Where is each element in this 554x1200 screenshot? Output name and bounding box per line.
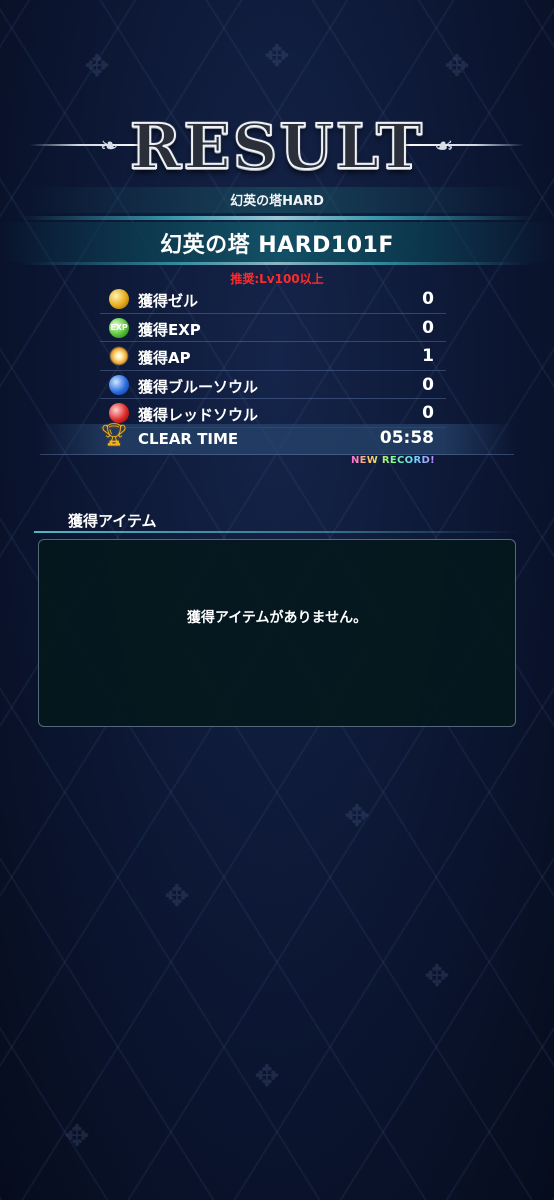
- reward-label: 獲得AP: [138, 349, 191, 367]
- background-ornament-icon: ✥: [164, 879, 190, 914]
- zel-coin-icon: [109, 289, 129, 309]
- clear-time-value: 05:58: [379, 428, 434, 448]
- new-record-badge: NEW RECORD!: [351, 455, 435, 466]
- background-ornament-icon: ✥: [344, 799, 370, 834]
- items-heading: 獲得アイテム: [68, 512, 157, 530]
- stage-title: 幻英の塔 HARD101F: [160, 233, 394, 258]
- reward-label: 獲得EXP: [138, 320, 201, 339]
- items-empty-message: 獲得アイテムがありません。: [186, 610, 368, 626]
- reward-row-zel: 獲得ゼル 0: [100, 285, 446, 314]
- result-title-banner: ❧ ☙ RESULT: [0, 108, 554, 188]
- result-screen: ✥ ✥ ✥ ✥ ✥ ✥ ✥ ✥ ❧ ☙ RESULT 幻英の塔HARD 幻英の塔…: [0, 0, 554, 1200]
- clear-time-label: CLEAR TIME: [138, 430, 239, 448]
- background-ornament-icon: ✥: [64, 1119, 90, 1154]
- background-ornament-icon: ✥: [84, 49, 110, 84]
- background-ornament-icon: ✥: [264, 39, 290, 74]
- reward-row-blue-soul: 獲得ブルーソウル 0: [100, 371, 446, 399]
- dungeon-subtitle: 幻英の塔HARD: [230, 194, 324, 209]
- red-soul-icon: [109, 403, 129, 423]
- reward-value: 0: [422, 374, 434, 395]
- reward-label: 獲得ブルーソウル: [138, 377, 259, 396]
- ornate-divider: [20, 216, 534, 220]
- background-ornament-icon: ✥: [424, 959, 450, 994]
- trophy-icon: 🏆︎: [100, 423, 128, 448]
- items-panel: 獲得アイテムがありません。: [38, 539, 516, 727]
- reward-row-exp: EXP 獲得EXP 0: [100, 314, 446, 342]
- reward-value: 0: [422, 317, 434, 338]
- ornate-divider: [20, 262, 534, 265]
- reward-row-ap: 獲得AP 1: [100, 342, 446, 371]
- background-ornament-icon: ✥: [444, 49, 470, 84]
- reward-label: 獲得ゼル: [138, 292, 199, 310]
- clear-time-row: 🏆︎ CLEAR TIME 05:58: [40, 423, 514, 455]
- ap-spark-icon: [109, 346, 129, 366]
- background-ornament-icon: ✥: [254, 1059, 280, 1094]
- reward-value: 1: [422, 346, 434, 366]
- items-heading-rule: [34, 531, 520, 533]
- blue-soul-icon: [109, 374, 129, 395]
- reward-label: 獲得レッドソウル: [138, 406, 259, 424]
- reward-list: 獲得ゼル 0 EXP 獲得EXP 0 獲得AP 1 獲得ブルーソウル 0 獲得レ…: [100, 285, 446, 428]
- result-title: RESULT: [129, 109, 425, 184]
- reward-value: 0: [422, 403, 434, 423]
- reward-value: 0: [422, 289, 434, 309]
- exp-icon: EXP: [109, 317, 129, 338]
